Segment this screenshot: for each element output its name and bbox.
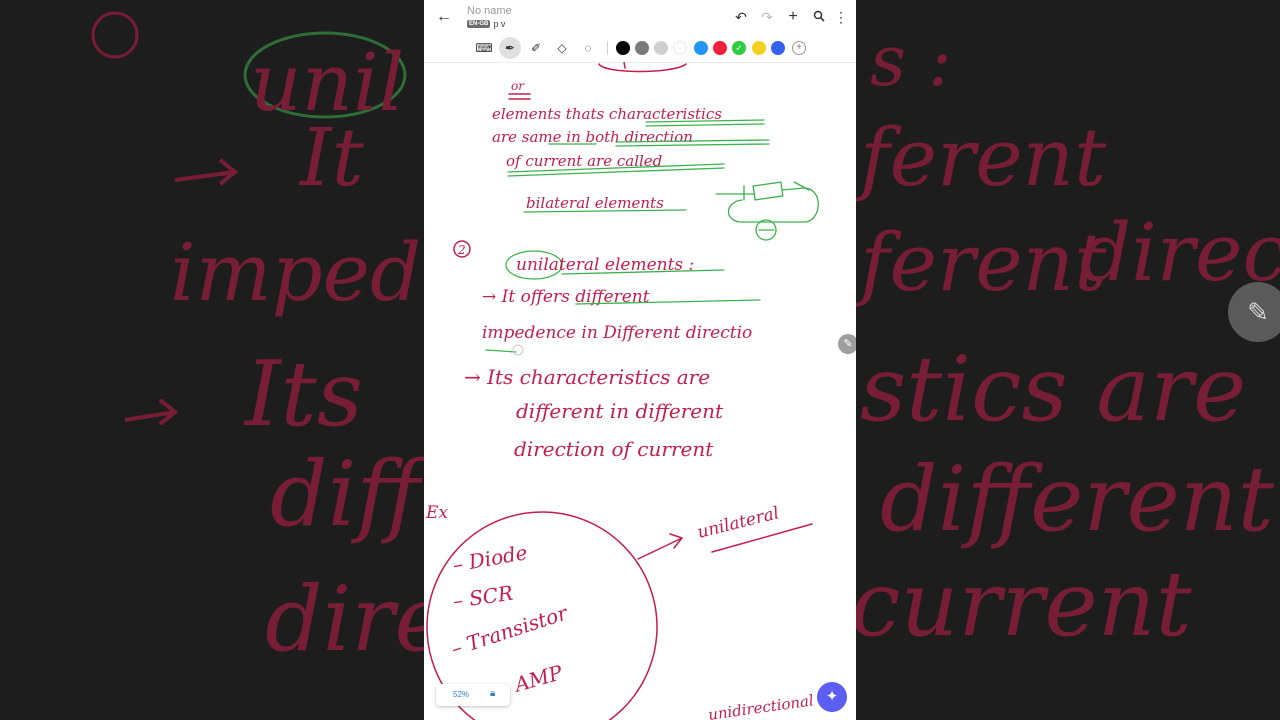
bg-pencil-icon: ✎	[1228, 282, 1280, 342]
more-vert-icon[interactable]: ⋮	[832, 8, 850, 26]
note-or: or	[511, 79, 525, 93]
color-swatch-indigo[interactable]	[771, 41, 785, 55]
highlighter-icon[interactable]: ✐	[527, 39, 545, 57]
note-ex: Ex	[425, 503, 448, 523]
document-title[interactable]: No name	[467, 5, 512, 17]
color-swatch-lightgray[interactable]	[654, 41, 668, 55]
lock-icon[interactable]: 🔒︎	[490, 688, 495, 699]
add-color-icon[interactable]: +	[792, 41, 806, 55]
note-bottom-partial: unidirectional	[707, 691, 815, 720]
label-arrow	[637, 533, 683, 560]
note-line-1: elements thats characteristics	[492, 105, 722, 123]
note-bullet-2a: → Its characteristics are	[464, 365, 710, 389]
search-icon[interactable]	[810, 8, 828, 26]
toolbar-divider	[607, 41, 608, 55]
bg-text-r1: s :	[870, 20, 952, 102]
zoom-level: 52%	[453, 690, 470, 699]
subtitle-text: p v	[493, 19, 506, 29]
eraser-icon[interactable]: ◇	[553, 39, 571, 57]
bg-text-r4: stics are	[860, 337, 1246, 442]
note-line-4: bilateral elements	[526, 194, 664, 212]
arrow-left-icon[interactable]: ←	[434, 7, 454, 27]
zoom-control[interactable]: 52% 🔒︎	[436, 684, 510, 706]
color-swatch-gray[interactable]	[635, 41, 649, 55]
keyboard-icon[interactable]: ⌨	[475, 39, 493, 57]
note-bullet-1b: impedence in Different directio	[482, 323, 752, 343]
color-swatch-white[interactable]	[673, 41, 687, 55]
sparkle-icon[interactable]: ✦	[817, 682, 847, 712]
lasso-icon[interactable]: ◌	[579, 39, 597, 57]
undo-icon[interactable]: ↶	[732, 8, 750, 26]
top-bar: ← No name EN-GB p v ↶ ↷ + ⋮	[424, 0, 856, 34]
note-item-2: – SCR	[451, 581, 514, 613]
bg-text-r2b: ferent	[855, 216, 1107, 309]
pen-icon[interactable]: ✒	[499, 37, 521, 59]
bg-text-r5: different	[880, 447, 1275, 552]
pencil-icon[interactable]: ✎	[838, 334, 856, 354]
notes-app-window: ← No name EN-GB p v ↶ ↷ + ⋮ ⌨ ✒ ✐ ◇ ◌ ✓ …	[424, 0, 856, 720]
note-line-2: are same in both direction	[492, 128, 693, 146]
note-bullet-2b: different in different	[516, 399, 724, 423]
handwriting-canvas[interactable]: or elements thats characteristics are sa…	[424, 62, 856, 720]
language-tag: EN-GB	[467, 20, 491, 28]
bg-text-2: It	[298, 111, 365, 204]
bg-text-r2: ferent	[855, 111, 1107, 204]
plus-icon[interactable]: +	[784, 8, 802, 26]
note-bullet-1a: → It offers different	[482, 287, 650, 307]
note-bullet-2c: direction of current	[514, 437, 714, 461]
redo-icon[interactable]: ↷	[758, 8, 776, 26]
bg-text-4: Its	[243, 342, 363, 447]
bilateral-sketch	[715, 181, 819, 241]
note-num-2: 2	[457, 243, 466, 257]
document-subtitle: EN-GB p v	[467, 19, 505, 29]
color-swatch-blue[interactable]	[694, 41, 708, 55]
color-swatch-red[interactable]	[713, 41, 727, 55]
color-swatch-green-selected[interactable]: ✓	[732, 41, 746, 55]
bg-text-r6: current	[850, 552, 1193, 657]
color-swatch-yellow[interactable]	[752, 41, 766, 55]
pen-toolbar: ⌨ ✒ ✐ ◇ ◌ ✓ +	[424, 34, 856, 63]
bg-text-5: diff	[270, 442, 433, 547]
note-item-1: – Diode	[451, 540, 529, 577]
color-swatch-black[interactable]	[616, 41, 630, 55]
